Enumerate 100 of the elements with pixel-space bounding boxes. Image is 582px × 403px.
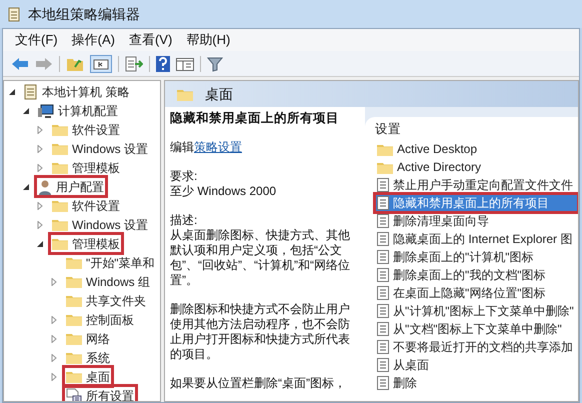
tree-item[interactable]: 网络: [64, 329, 112, 348]
tree-item-label: 所有设置: [86, 388, 134, 401]
setting-row[interactable]: Active Directory: [375, 158, 578, 176]
menu-item[interactable]: 查看(V): [124, 30, 176, 50]
description-paragraph: 删除图标和快捷方式不会防止用户使用其他方法启动程序，也不会防止用户打开图标和快捷方式所代表的项目。: [170, 302, 351, 362]
setting-row[interactable]: 隐藏和禁用桌面上的所有项目: [375, 194, 578, 212]
description-label: 描述:: [170, 213, 198, 228]
setting-row[interactable]: 在桌面上隐藏"网络位置"图标: [375, 284, 578, 302]
setting-label: 从"文档"图标上下文菜单中删除": [393, 321, 562, 338]
tree-item-label: 共享文件夹: [86, 292, 146, 310]
setting-row[interactable]: 禁止用户手动重定向配置文件文件: [375, 176, 578, 194]
collapse-arrow-icon[interactable]: [36, 240, 46, 248]
filter-icon[interactable]: [207, 56, 223, 72]
menu-item[interactable]: 帮助(H): [182, 30, 234, 50]
folder-icon: [66, 370, 82, 383]
document-icon: [377, 268, 389, 282]
document-icon: [377, 376, 389, 390]
edit-label: 编辑: [170, 140, 194, 154]
tree-item[interactable]: Windows 组: [64, 272, 152, 291]
folder-icon: [66, 294, 82, 307]
help-icon[interactable]: [156, 56, 170, 72]
tree-item-label: 管理模板: [72, 160, 120, 176]
setting-label: 从"计算机"图标上下文菜单中删除": [393, 303, 574, 320]
pane-view-icon[interactable]: [176, 56, 194, 72]
document-icon: [377, 250, 389, 264]
folder-icon: [52, 123, 68, 136]
setting-row[interactable]: 隐藏桌面上的 Internet Explorer 图: [375, 230, 578, 248]
folder-icon: [377, 142, 393, 156]
tree-item[interactable]: Windows 设置: [50, 139, 150, 158]
tree-item[interactable]: 本地计算机 策略: [22, 82, 132, 101]
setting-label: 隐藏桌面上的 Internet Explorer 图: [393, 231, 572, 248]
folder-icon: [66, 332, 82, 345]
tree-item-label: Windows 设置: [72, 216, 148, 234]
window-title: 本地组策略编辑器: [28, 4, 140, 24]
menu-item[interactable]: 文件(F): [11, 30, 62, 50]
user-icon: [38, 178, 52, 194]
document-icon: [377, 178, 389, 192]
header-title: 桌面: [205, 84, 233, 104]
setting-row[interactable]: 删除桌面上的"我的文档"图标: [375, 266, 578, 284]
tree-item-label: 本地计算机 策略: [42, 84, 130, 100]
collapse-arrow-icon[interactable]: [8, 88, 18, 96]
collapse-arrow-icon[interactable]: [22, 106, 32, 114]
setting-label: Active Directory: [397, 159, 482, 176]
setting-row[interactable]: 从桌面: [375, 356, 578, 374]
folder-icon: [52, 218, 68, 231]
document-icon: [377, 340, 389, 354]
policy-settings-link[interactable]: 策略设置: [194, 140, 242, 154]
folder-icon: [377, 160, 393, 174]
document-icon: [377, 286, 389, 300]
tree-item[interactable]: 软件设置: [50, 196, 122, 215]
folder-icon: [52, 161, 68, 174]
setting-row[interactable]: 从"计算机"图标上下文菜单中删除": [375, 302, 578, 320]
folder-icon: [66, 275, 82, 288]
tree-item-label: "开始"菜单和: [86, 254, 155, 272]
tree-item[interactable]: Windows 设置: [50, 215, 150, 234]
setting-row[interactable]: 删除清理桌面向导: [375, 212, 578, 230]
requirement-label: 要求:: [170, 169, 198, 184]
folder-icon: [52, 237, 68, 250]
document-icon: [377, 196, 389, 210]
folder-icon: [66, 256, 82, 269]
tree-item-label: Windows 组: [86, 274, 150, 290]
tree-item[interactable]: 管理模板: [50, 158, 122, 177]
tree-item[interactable]: "开始"菜单和: [64, 253, 157, 272]
document-icon: [377, 322, 389, 336]
tree-item[interactable]: 用户配置: [36, 177, 106, 196]
setting-label: Active Desktop: [397, 141, 478, 158]
setting-row[interactable]: 不要将最近打开的文档的共享添加: [375, 338, 578, 356]
tree-item[interactable]: 计算机配置: [36, 101, 120, 120]
tree-item[interactable]: 共享文件夹: [64, 291, 148, 310]
setting-label: 不要将最近打开的文档的共享添加: [393, 339, 573, 356]
setting-label: 禁止用户手动重定向配置文件文件: [393, 177, 573, 194]
setting-row[interactable]: 删除桌面上的"计算机"图标: [375, 248, 578, 266]
setting-label: 删除: [393, 375, 417, 392]
description-paragraph: 如果要从位置栏删除“桌面”图标，: [170, 376, 347, 391]
tree-item[interactable]: 桌面: [64, 367, 112, 386]
tree-item-label: 桌面: [86, 368, 110, 386]
setting-label: 在桌面上隐藏"网络位置"图标: [393, 285, 546, 302]
column-header[interactable]: 设置: [375, 119, 578, 140]
tree-item[interactable]: 软件设置: [50, 120, 122, 139]
scroll-icon: [8, 6, 20, 22]
requirement-text: 至少 Windows 2000: [170, 184, 278, 199]
back-arrow-icon[interactable]: [11, 56, 29, 70]
tree-item[interactable]: 控制面板: [64, 310, 136, 329]
export-list-icon[interactable]: [125, 56, 143, 72]
pane-toggle-icon[interactable]: [90, 54, 112, 72]
description-paragraph: 从桌面删除图标、快捷方式、其他默认项和用户定义项，包括“公文包”、“回收站”、“计算机”和“网络位置”。: [170, 228, 351, 288]
setting-row[interactable]: 从"文档"图标上下文菜单中删除": [375, 320, 578, 338]
setting-row[interactable]: Active Desktop: [375, 140, 578, 158]
forward-arrow-icon[interactable]: [35, 56, 53, 70]
tree-item[interactable]: 系统: [64, 348, 112, 367]
menu-item[interactable]: 操作(A): [68, 30, 119, 50]
tree-item[interactable]: 所有设置: [64, 386, 136, 401]
computer-icon: [38, 104, 54, 118]
tree-item-label: 系统: [86, 350, 110, 366]
folder-icon: [66, 313, 82, 326]
collapse-arrow-icon[interactable]: [22, 182, 32, 190]
setting-label: 删除清理桌面向导: [393, 213, 489, 230]
folder-icon: [66, 351, 82, 364]
tree-item[interactable]: 管理模板: [50, 234, 122, 253]
setting-row[interactable]: 删除: [375, 374, 578, 392]
